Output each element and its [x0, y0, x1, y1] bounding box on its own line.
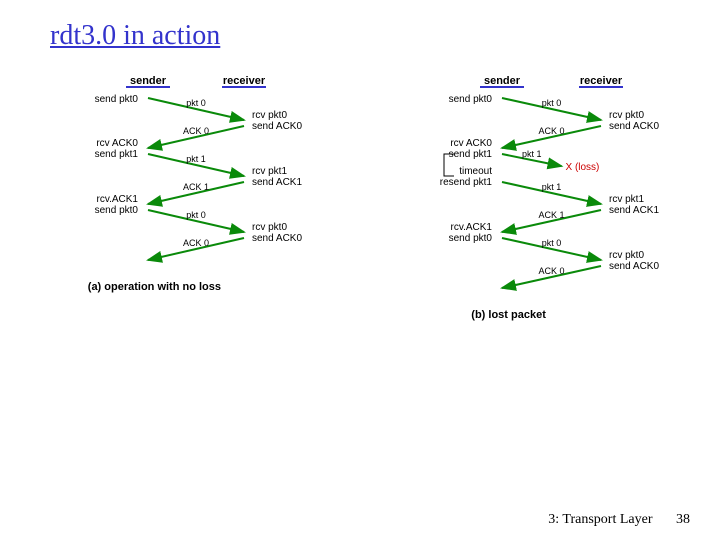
svg-text:(a) operation with no loss: (a) operation with no loss — [88, 281, 221, 293]
svg-text:send ACK1: send ACK1 — [252, 177, 302, 188]
svg-text:rcv pkt1: rcv pkt1 — [252, 166, 287, 177]
svg-text:pkt 0: pkt 0 — [186, 210, 206, 220]
footer-text: 3: Transport Layer — [548, 512, 652, 527]
page-number: 38 — [676, 512, 690, 527]
svg-text:rcv ACK0: rcv ACK0 — [450, 138, 492, 149]
svg-text:pkt 1: pkt 1 — [522, 149, 542, 159]
svg-text:send ACK1: send ACK1 — [609, 205, 659, 216]
svg-text:pkt 1: pkt 1 — [542, 182, 562, 192]
svg-text:send pkt0: send pkt0 — [449, 233, 493, 244]
svg-text:pkt 0: pkt 0 — [542, 98, 562, 108]
svg-text:ACK 0: ACK 0 — [538, 266, 564, 276]
svg-text:rcv ACK0: rcv ACK0 — [96, 138, 138, 149]
svg-text:receiver: receiver — [223, 75, 266, 87]
svg-text:send pkt1: send pkt1 — [449, 149, 493, 160]
svg-text:rcv pkt1: rcv pkt1 — [609, 194, 644, 205]
svg-text:pkt 1: pkt 1 — [186, 154, 206, 164]
svg-text:send ACK0: send ACK0 — [609, 261, 659, 272]
svg-text:send ACK0: send ACK0 — [252, 233, 302, 244]
svg-text:(b) lost packet: (b) lost packet — [471, 309, 546, 321]
footer: 3: Transport Layer 38 — [548, 512, 690, 528]
svg-text:rcv pkt0: rcv pkt0 — [252, 222, 287, 233]
svg-text:ACK 1: ACK 1 — [538, 210, 564, 220]
svg-text:send pkt0: send pkt0 — [95, 94, 139, 105]
svg-text:send ACK0: send ACK0 — [609, 121, 659, 132]
svg-text:ACK 0: ACK 0 — [183, 126, 209, 136]
svg-text:X (loss): X (loss) — [566, 162, 600, 173]
svg-text:ACK 0: ACK 0 — [183, 238, 209, 248]
svg-text:pkt 0: pkt 0 — [542, 238, 562, 248]
page-title: rdt3.0 in action — [50, 20, 220, 52]
svg-text:rcv pkt0: rcv pkt0 — [609, 250, 644, 261]
svg-text:send pkt0: send pkt0 — [95, 205, 139, 216]
svg-text:receiver: receiver — [580, 75, 623, 87]
svg-text:send pkt0: send pkt0 — [449, 94, 493, 105]
svg-text:resend pkt1: resend pkt1 — [440, 177, 493, 188]
diagram: senderreceiversend pkt0pkt 0rcv pkt0send… — [0, 70, 720, 480]
svg-text:sender: sender — [130, 75, 167, 87]
svg-text:rcv.ACK1: rcv.ACK1 — [451, 222, 493, 233]
svg-text:pkt 0: pkt 0 — [186, 98, 206, 108]
svg-text:sender: sender — [484, 75, 521, 87]
svg-text:send pkt1: send pkt1 — [95, 149, 139, 160]
svg-text:ACK 0: ACK 0 — [538, 126, 564, 136]
svg-text:rcv pkt0: rcv pkt0 — [252, 110, 287, 121]
svg-text:ACK 1: ACK 1 — [183, 182, 209, 192]
svg-text:timeout: timeout — [459, 166, 492, 177]
svg-text:rcv.ACK1: rcv.ACK1 — [97, 194, 139, 205]
svg-text:rcv pkt0: rcv pkt0 — [609, 110, 644, 121]
svg-text:send ACK0: send ACK0 — [252, 121, 302, 132]
